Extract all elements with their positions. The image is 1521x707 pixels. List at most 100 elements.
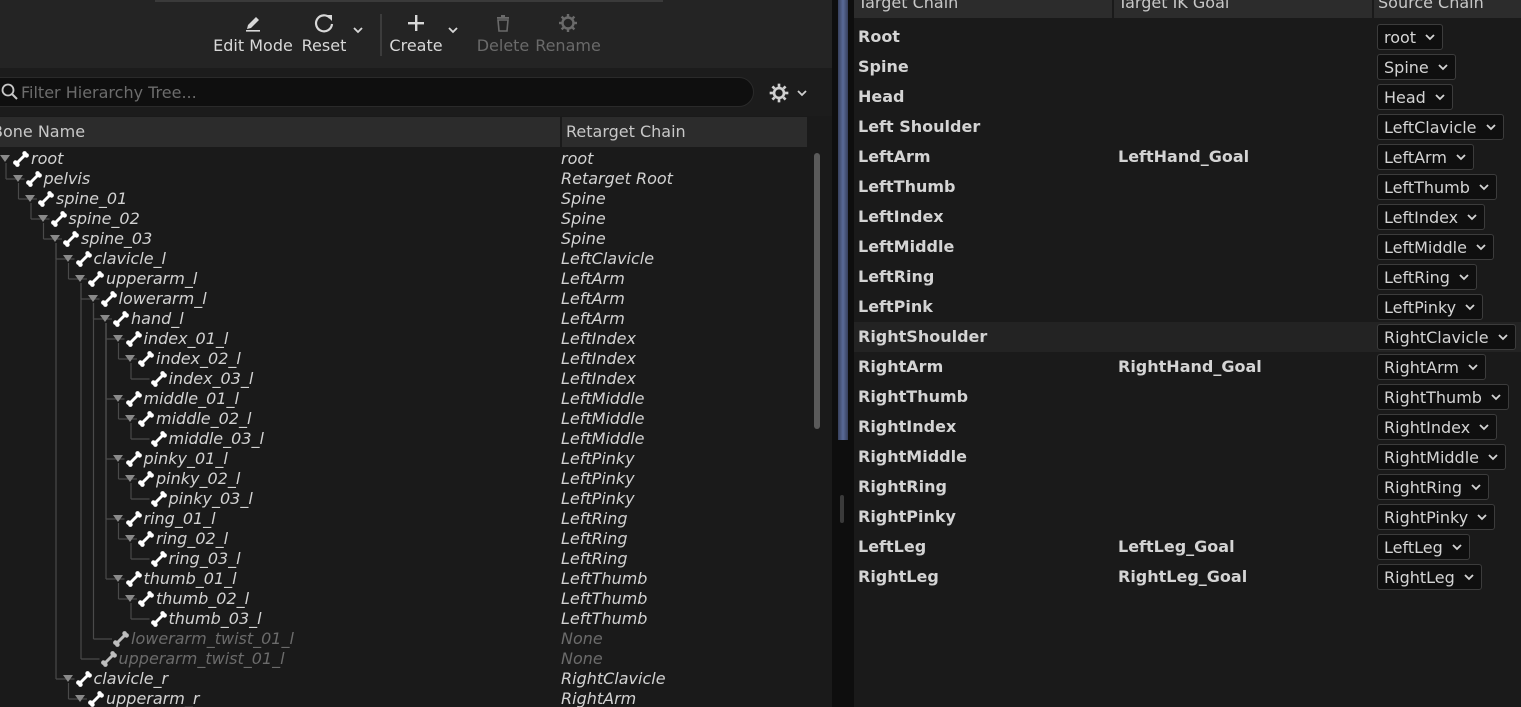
chain-mapping-row[interactable]: RightShoulder RightClavicle xyxy=(854,322,1521,352)
reset-button[interactable]: Reset xyxy=(300,10,348,60)
view-settings-button[interactable] xyxy=(766,81,812,105)
expander-arrow-icon[interactable] xyxy=(125,535,135,542)
tree-row[interactable]: clavicle_r RightClavicle xyxy=(0,669,812,689)
tree-row[interactable]: pinky_01_l LeftPinky xyxy=(0,449,812,469)
edit-mode-button[interactable]: Edit Mode xyxy=(213,10,293,60)
expander-arrow-icon[interactable] xyxy=(125,475,135,482)
column-retarget-chain[interactable]: Retarget Chain xyxy=(566,117,806,147)
expander-arrow-icon[interactable] xyxy=(112,395,123,402)
chain-mapping-row[interactable]: LeftRing LeftRing xyxy=(854,262,1521,292)
chain-mapping-row[interactable]: RightMiddle RightMiddle xyxy=(854,442,1521,472)
expander-arrow-icon[interactable] xyxy=(125,355,135,362)
chain-mapping-row[interactable]: Head Head xyxy=(854,82,1521,112)
source-chain-dropdown[interactable]: RightIndex xyxy=(1377,414,1498,440)
tree-row[interactable]: upperarm_r RightArm xyxy=(0,689,812,707)
expander-arrow-icon[interactable] xyxy=(62,675,73,682)
column-source-chain[interactable]: Source Chain xyxy=(1374,0,1521,18)
tree-row[interactable]: pinky_02_l LeftPinky xyxy=(0,469,812,489)
filter-hierarchy-input[interactable] xyxy=(21,78,721,106)
expander-arrow-icon[interactable] xyxy=(50,235,60,242)
source-chain-dropdown[interactable]: RightPinky xyxy=(1377,504,1496,530)
chain-mapping-row[interactable]: Spine Spine xyxy=(854,52,1521,82)
tree-row[interactable]: upperarm_l LeftArm xyxy=(0,269,812,289)
expander-arrow-icon[interactable] xyxy=(100,315,110,322)
source-chain-dropdown[interactable]: RightArm xyxy=(1377,354,1486,380)
expander-arrow-icon[interactable] xyxy=(62,255,73,262)
tree-row[interactable]: upperarm_twist_01_l None xyxy=(0,649,812,669)
panel-splitter[interactable] xyxy=(832,0,854,707)
source-chain-dropdown[interactable]: LeftPinky xyxy=(1377,294,1484,320)
tree-row[interactable]: ring_03_l LeftRing xyxy=(0,549,812,569)
tree-row[interactable]: spine_01 Spine xyxy=(0,189,812,209)
tree-row[interactable]: middle_02_l LeftMiddle xyxy=(0,409,812,429)
tree-row[interactable]: clavicle_l LeftClavicle xyxy=(0,249,812,269)
source-chain-dropdown[interactable]: root xyxy=(1377,24,1444,50)
column-target-chain[interactable]: Target Chain xyxy=(854,0,1112,18)
expander-arrow-icon[interactable] xyxy=(112,515,123,522)
expander-arrow-icon[interactable] xyxy=(37,215,48,222)
chain-mapping-row[interactable]: RightRing RightRing xyxy=(854,472,1521,502)
rename-button[interactable]: Rename xyxy=(534,10,602,60)
column-target-ik-goal[interactable]: Target IK Goal xyxy=(1114,0,1372,18)
tree-row[interactable]: index_01_l LeftIndex xyxy=(0,329,812,349)
source-chain-dropdown[interactable]: LeftIndex xyxy=(1377,204,1486,230)
chain-mapping-row[interactable]: LeftThumb LeftThumb xyxy=(854,172,1521,202)
expander-arrow-icon[interactable] xyxy=(112,335,123,342)
tree-row[interactable]: lowerarm_twist_01_l None xyxy=(0,629,812,649)
chain-mapping-row[interactable]: LeftIndex LeftIndex xyxy=(854,202,1521,232)
tree-row[interactable]: ring_01_l LeftRing xyxy=(0,509,812,529)
create-chevron-down-icon[interactable] xyxy=(447,24,459,36)
source-chain-dropdown[interactable]: RightThumb xyxy=(1377,384,1509,410)
tree-row[interactable]: ring_02_l LeftRing xyxy=(0,529,812,549)
expander-arrow-icon[interactable] xyxy=(75,275,85,282)
source-chain-dropdown[interactable]: RightRing xyxy=(1377,474,1489,500)
splitter-handle[interactable] xyxy=(840,495,844,523)
tree-row[interactable]: middle_01_l LeftMiddle xyxy=(0,389,812,409)
source-chain-dropdown[interactable]: LeftThumb xyxy=(1377,174,1497,200)
source-chain-dropdown[interactable]: LeftMiddle xyxy=(1377,234,1494,260)
tree-row[interactable]: thumb_02_l LeftThumb xyxy=(0,589,812,609)
tree-row[interactable]: pinky_03_l LeftPinky xyxy=(0,489,812,509)
tree-row[interactable]: index_02_l LeftIndex xyxy=(0,349,812,369)
source-chain-dropdown[interactable]: LeftArm xyxy=(1377,144,1474,170)
reset-chevron-down-icon[interactable] xyxy=(352,24,364,36)
hierarchy-scrollbar-thumb[interactable] xyxy=(814,153,820,429)
source-chain-dropdown[interactable]: RightLeg xyxy=(1377,564,1482,590)
tree-row[interactable]: spine_03 Spine xyxy=(0,229,812,249)
column-divider[interactable] xyxy=(560,117,562,147)
tree-row[interactable]: pelvis Retarget Root xyxy=(0,169,812,189)
chain-mapping-row[interactable]: LeftPink LeftPinky xyxy=(854,292,1521,322)
chain-mapping-row[interactable]: Root root xyxy=(854,22,1521,52)
chain-mapping-row[interactable]: RightPinky RightPinky xyxy=(854,502,1521,532)
tree-row[interactable]: hand_l LeftArm xyxy=(0,309,812,329)
delete-button[interactable]: Delete xyxy=(476,10,530,60)
tree-row[interactable]: thumb_01_l LeftThumb xyxy=(0,569,812,589)
tree-row[interactable]: thumb_03_l LeftThumb xyxy=(0,609,812,629)
create-button[interactable]: Create xyxy=(389,10,443,60)
source-chain-dropdown[interactable]: RightClavicle xyxy=(1377,324,1516,350)
chain-mapping-row[interactable]: LeftMiddle LeftMiddle xyxy=(854,232,1521,262)
expander-arrow-icon[interactable] xyxy=(75,695,85,702)
chain-mapping-row[interactable]: RightIndex RightIndex xyxy=(854,412,1521,442)
chain-mapping-row[interactable]: RightThumb RightThumb xyxy=(854,382,1521,412)
hierarchy-scrollbar[interactable] xyxy=(812,149,822,707)
source-chain-dropdown[interactable]: LeftLeg xyxy=(1377,534,1470,560)
tree-row[interactable]: index_03_l LeftIndex xyxy=(0,369,812,389)
expander-arrow-icon[interactable] xyxy=(125,415,135,422)
expander-arrow-icon[interactable] xyxy=(112,455,123,462)
expander-arrow-icon[interactable] xyxy=(25,195,35,202)
chain-mapping-row[interactable]: Left Shoulder LeftClavicle xyxy=(854,112,1521,142)
chain-mapping-row[interactable]: RightArm RightHand_Goal RightArm xyxy=(854,352,1521,382)
source-chain-dropdown[interactable]: LeftRing xyxy=(1377,264,1477,290)
source-chain-dropdown[interactable]: Head xyxy=(1377,84,1453,110)
tree-row[interactable]: middle_03_l LeftMiddle xyxy=(0,429,812,449)
expander-arrow-icon[interactable] xyxy=(0,155,10,162)
expander-arrow-icon[interactable] xyxy=(125,595,135,602)
source-chain-dropdown[interactable]: Spine xyxy=(1377,54,1456,80)
expander-arrow-icon[interactable] xyxy=(112,575,123,582)
tree-row[interactable]: spine_02 Spine xyxy=(0,209,812,229)
chain-mapping-row[interactable]: RightLeg RightLeg_Goal RightLeg xyxy=(854,562,1521,592)
column-bone-name[interactable]: Bone Name xyxy=(0,117,560,147)
source-chain-dropdown[interactable]: LeftClavicle xyxy=(1377,114,1504,140)
chain-mapping-row[interactable]: LeftArm LeftHand_Goal LeftArm xyxy=(854,142,1521,172)
